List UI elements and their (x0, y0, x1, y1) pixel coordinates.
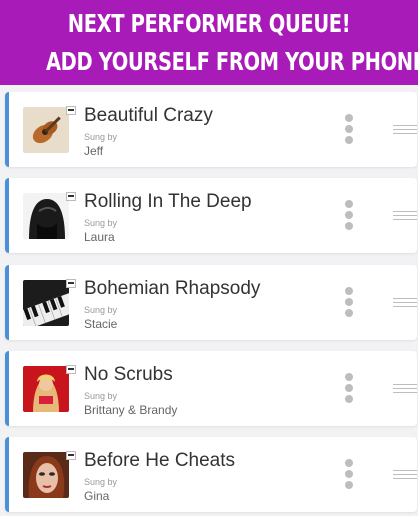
vertical-ellipsis-icon[interactable] (343, 285, 355, 321)
drag-handle-icon[interactable] (393, 383, 417, 395)
sung-by-label: Sung by (84, 391, 118, 401)
drag-handle-icon[interactable] (393, 297, 417, 309)
queue-badge-icon (66, 192, 76, 201)
singer-name: Stacie (84, 317, 118, 331)
queue-item[interactable]: Rolling In The Deep Sung by Laura (5, 178, 417, 253)
queue-badge-icon (66, 106, 76, 115)
singer-name: Brittany & Brandy (84, 403, 178, 417)
song-title: Bohemian Rhapsody (84, 278, 261, 299)
song-thumbnail (23, 193, 69, 239)
vertical-ellipsis-icon[interactable] (343, 112, 355, 148)
vertical-ellipsis-icon[interactable] (343, 371, 355, 407)
singer-name: Laura (84, 230, 115, 244)
queue-item[interactable]: Beautiful Crazy Sung by Jeff (5, 92, 417, 167)
banner-subtitle: ADD YOURSELF FROM YOUR PHONE (45, 47, 418, 76)
sung-by-label: Sung by (84, 132, 118, 142)
drag-handle-icon[interactable] (393, 124, 417, 136)
queue-banner: NEXT PERFORMER QUEUE! ADD YOURSELF FROM … (0, 0, 418, 85)
song-title: Beautiful Crazy (84, 105, 213, 126)
sung-by-label: Sung by (84, 477, 118, 487)
song-thumbnail (23, 280, 69, 326)
queue-badge-icon (66, 279, 76, 288)
song-title: Rolling In The Deep (84, 191, 252, 212)
song-title: No Scrubs (84, 364, 173, 385)
vertical-ellipsis-icon[interactable] (343, 198, 355, 234)
queue-item[interactable]: Before He Cheats Sung by Gina (5, 437, 417, 512)
song-thumbnail (23, 366, 69, 412)
drag-handle-icon[interactable] (393, 469, 417, 481)
sung-by-label: Sung by (84, 218, 118, 228)
queue-badge-icon (66, 451, 76, 460)
sung-by-label: Sung by (84, 305, 118, 315)
queue-item[interactable]: Bohemian Rhapsody Sung by Stacie (5, 265, 417, 340)
queue-item[interactable]: No Scrubs Sung by Brittany & Brandy (5, 351, 417, 426)
banner-title: NEXT PERFORMER QUEUE! (67, 9, 351, 38)
song-title: Before He Cheats (84, 450, 236, 471)
song-thumbnail (23, 452, 69, 498)
vertical-ellipsis-icon[interactable] (343, 457, 355, 493)
singer-name: Gina (84, 489, 110, 503)
queue-badge-icon (66, 365, 76, 374)
singer-name: Jeff (84, 144, 104, 158)
song-thumbnail (23, 107, 69, 153)
drag-handle-icon[interactable] (393, 210, 417, 222)
